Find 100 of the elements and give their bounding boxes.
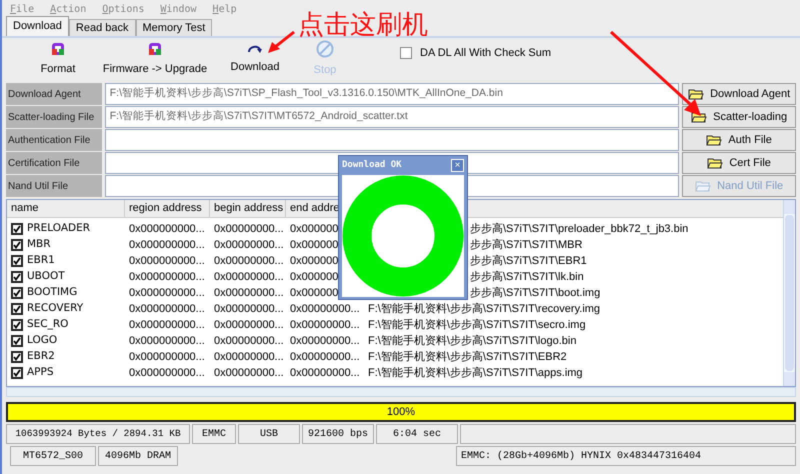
folder-icon (695, 180, 712, 192)
checkbox[interactable] (11, 287, 23, 299)
folder-icon (688, 88, 704, 100)
field-label: Authentication File (6, 129, 102, 151)
table-cell-text: 0x000000000... (128, 366, 206, 381)
table-cell-text: 0x000000000... (128, 238, 206, 253)
checkbox[interactable] (11, 335, 23, 347)
checkbox[interactable] (11, 319, 23, 331)
table-cell-text: 0x00000000... (213, 366, 285, 381)
checkbox[interactable] (400, 47, 412, 59)
table-cell-text: F:\智能手机资料\步步高\S7iT\S7IT\EBR2 (367, 350, 567, 365)
field-label: Nand Util File (6, 175, 102, 197)
table-cell-text: 步步高\S7iT\S7IT\EBR1 (470, 254, 587, 269)
table-cell-text: 0x000000 (289, 238, 340, 253)
toolbar-button[interactable]: Format (26, 39, 90, 79)
status-cell: 4096Mb DRAM (98, 446, 178, 466)
toolbar-button[interactable]: Firmware -> Upgrade (90, 39, 220, 79)
table-cell-text: 0x00000000... (213, 334, 285, 349)
table-cell-text: 0x000000 (289, 270, 340, 285)
table-cell-text: 步步高\S7iT\S7IT\lk.bin (470, 270, 584, 285)
table-cell-text: 0x00000000... (289, 334, 361, 349)
table-cell-text: 步步高\S7iT\S7IT\MBR (470, 238, 582, 253)
status-cell: USB (238, 424, 300, 444)
table-cell-text: 0x00000000... (213, 350, 285, 365)
table-cell-text: EBR2 (27, 349, 55, 364)
table-cell-text: F:\智能手机资料\步步高\S7iT\S7IT\recovery.img (367, 302, 600, 317)
table-cell-text: PRELOADER (27, 221, 90, 236)
table-cell-text: F:\智能手机资料\步步高\S7iT\S7IT\secro.img (367, 318, 586, 333)
checkbox-label: DA DL All With Check Sum (420, 46, 552, 61)
path-field[interactable]: F:\智能手机资料\步步高\S7iT\SP_Flash_Tool_v3.1316.0.150\MTK_AllInOne_DA.bin (104, 83, 680, 105)
table-cell-text: 0x000000000... (128, 334, 206, 349)
browse-button[interactable]: Scatter-loading (682, 106, 796, 128)
toolbar-button[interactable]: Download (220, 39, 290, 79)
checkbox[interactable] (11, 271, 23, 283)
checkbox[interactable] (11, 223, 23, 235)
refresh-icon (50, 40, 66, 57)
table-cell-text: F:\智能手机资料\步步高\S7iT\S7IT\logo.bin (367, 334, 576, 349)
table-cell-text: 0x000000 (289, 254, 340, 269)
table-cell-text: 0x00000000... (289, 350, 361, 365)
column-header[interactable]: begin address (210, 200, 286, 217)
table-cell-text: 0x000000000... (128, 270, 206, 285)
table-cell-text: 0x00000000... (213, 222, 285, 237)
table-cell-text: UBOOT (27, 269, 65, 284)
status-cell: EMMC: (28Gb+4096Mb) HYNIX 0x483447316404 (456, 446, 796, 466)
close-button[interactable]: × (451, 159, 464, 172)
status-cell: MT6572_S00 (10, 446, 96, 466)
refresh-icon (147, 40, 163, 57)
field-label: Scatter-loading File (6, 106, 102, 128)
table-cell-text: 0x00000000... (213, 270, 285, 285)
folder-icon (707, 157, 724, 169)
table-cell-text: RECOVERY (27, 301, 84, 316)
table-cell-text: 0x00000000... (213, 254, 285, 269)
column-header[interactable]: region address (125, 200, 210, 217)
table-cell-text: F:\智能手机资料\步步高\S7iT\S7IT\apps.img (367, 366, 583, 381)
table-cell-text: 0x00000000... (213, 238, 285, 253)
field-label: Download Agent (6, 83, 102, 105)
table-cell-text: 0x000000000... (128, 254, 206, 269)
path-field[interactable] (104, 129, 680, 151)
table-cell-text: EBR1 (27, 253, 55, 268)
progress-label: 100% (386, 404, 416, 420)
table-cell-text: 0x00000000... (213, 302, 285, 317)
annotation-text: 点击这刷机 (298, 12, 428, 38)
table-cell-text: BOOTIMG (27, 285, 78, 300)
checkbox[interactable] (11, 255, 23, 267)
browse-button[interactable]: Auth File (682, 129, 796, 151)
table-cell-text: 0x000000000... (128, 286, 206, 301)
table-cell-text: 0x00000000... (289, 318, 361, 333)
table-cell-text: LOGO (27, 333, 58, 348)
no-entry-icon (316, 40, 334, 58)
table-cell-text: 0x00000000... (213, 318, 285, 333)
checkbox[interactable] (11, 367, 23, 379)
table-cell-text: 0x000000 (289, 222, 340, 237)
path-field[interactable]: F:\智能手机资料\步步高\S7iT\S7IT\MT6572_Android_scatter.txt (104, 106, 680, 128)
table-cell-text: 0x000000000... (128, 318, 206, 333)
browse-button[interactable]: Download Agent (682, 83, 796, 105)
table-cell-text: 步步高\S7iT\S7IT\boot.img (470, 286, 600, 301)
table-cell-text: SEC_RO (27, 317, 68, 332)
folder-icon (706, 134, 722, 146)
table-cell-text: 0x000000 (289, 286, 340, 301)
table-cell-text: 0x000000000... (128, 350, 206, 365)
status-cell: 6:04 sec (376, 424, 458, 444)
checkbox[interactable] (11, 303, 23, 315)
vertical-scrollbar[interactable] (783, 200, 795, 386)
table-cell-text: 0x00000000... (289, 366, 361, 381)
tab[interactable]: Memory Test (136, 19, 212, 36)
horizontal-scrollbar[interactable] (6, 387, 796, 397)
arrow (268, 30, 295, 53)
table-cell-text: 0x00000000... (289, 302, 361, 317)
tab[interactable]: Read back (68, 19, 136, 36)
status-cell: 921600 bps (302, 424, 374, 444)
status-cell: 1063993924 Bytes / 2894.31 KB (6, 424, 190, 444)
field-label: Certification File (6, 152, 102, 174)
dialog-title: Download OK (342, 159, 402, 172)
checkbox[interactable] (11, 351, 23, 363)
browse-button[interactable]: Cert File (682, 152, 796, 174)
tab[interactable]: Download (6, 16, 69, 36)
table-cell-text: APPS (27, 365, 54, 380)
column-header[interactable]: name (7, 200, 125, 217)
checkbox[interactable] (11, 239, 23, 251)
table-cell-text: 0x00000000... (213, 286, 285, 301)
